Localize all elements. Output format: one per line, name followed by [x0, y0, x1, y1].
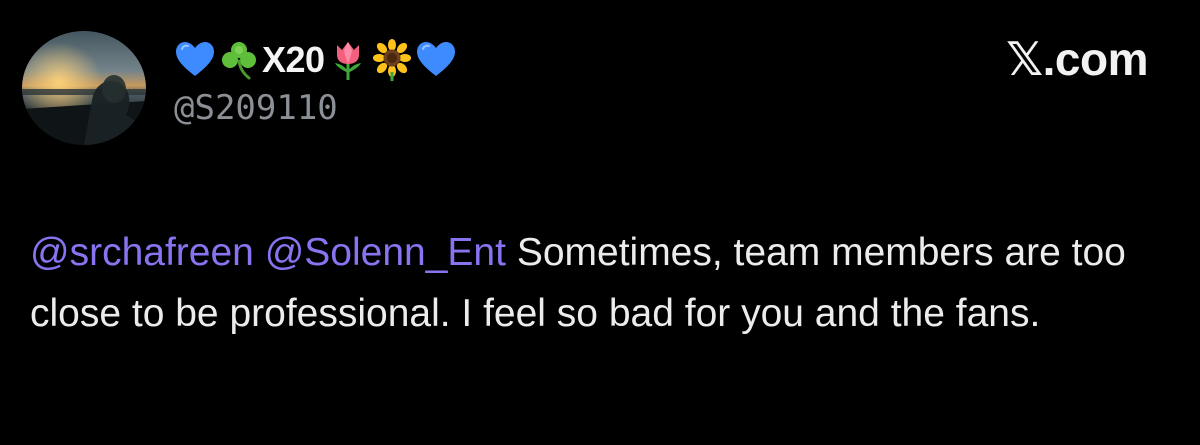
- post-card: X20 @S209110 𝕏.com @srchafreen @Solenn_E…: [0, 0, 1200, 445]
- mention-link[interactable]: @srchafreen: [30, 231, 254, 274]
- blue-heart-icon: [415, 39, 457, 81]
- brand-logo[interactable]: 𝕏.com: [1006, 32, 1148, 86]
- display-name[interactable]: X20: [174, 30, 459, 90]
- display-name-text: X20: [262, 39, 325, 80]
- avatar-image: [22, 31, 146, 145]
- user-handle[interactable]: @S209110: [174, 88, 338, 128]
- blue-heart-icon: [174, 39, 216, 81]
- sunflower-icon: [371, 39, 413, 81]
- mention-link[interactable]: @Solenn_Ent: [265, 231, 506, 274]
- tulip-icon: [327, 39, 369, 81]
- avatar[interactable]: [22, 31, 146, 145]
- tweet-text: @srchafreen @Solenn_Ent Sometimes, team …: [30, 222, 1150, 344]
- shamrock-icon: [218, 39, 260, 81]
